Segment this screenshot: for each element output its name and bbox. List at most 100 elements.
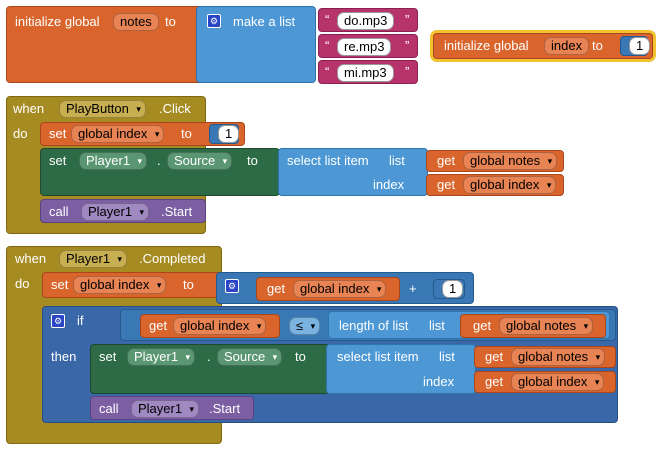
number-block[interactable]: 1 <box>620 36 651 56</box>
variable-dropdown[interactable]: global index ▾ <box>293 280 387 298</box>
make-a-list-block[interactable]: ⚙ make a list <box>196 6 316 83</box>
variable-name: global index <box>518 374 588 389</box>
then-label: then <box>51 349 77 364</box>
text-item-1-block[interactable]: “ do.mp3 ” <box>318 8 418 32</box>
chevron-down-icon: ▾ <box>595 352 601 362</box>
chevron-down-icon: ▾ <box>137 156 143 166</box>
init-global-notes-block[interactable]: initialize global notes to <box>6 6 206 83</box>
set-label: set <box>51 277 69 292</box>
mutator-gear-icon[interactable]: ⚙ <box>225 279 239 293</box>
get-global-index-block[interactable]: get global index ▾ <box>474 371 616 393</box>
get-label: get <box>267 281 286 296</box>
quote-close-icon: ” <box>405 64 410 79</box>
number-value[interactable]: 1 <box>442 280 464 298</box>
index-label: index <box>423 374 455 389</box>
chevron-down-icon: ▾ <box>546 180 552 190</box>
component-name: Player1 <box>134 349 179 364</box>
text-item-2-block[interactable]: “ re.mp3 ” <box>318 34 418 58</box>
variable-name: global notes <box>470 153 541 168</box>
list-label: list <box>439 349 455 364</box>
do-label: do <box>13 126 28 141</box>
number-block[interactable]: 1 <box>433 279 465 299</box>
chevron-down-icon: ▾ <box>310 321 316 331</box>
chevron-down-icon: ▾ <box>117 254 123 264</box>
quote-open-icon: “ <box>325 38 330 53</box>
set-player1-source-block[interactable]: set Player1 ▾ . Source ▾ to <box>40 148 280 196</box>
variable-name-field[interactable]: index <box>544 37 590 55</box>
text-item-2[interactable]: re.mp3 <box>337 38 392 56</box>
list-label: list <box>429 318 445 333</box>
component-dropdown[interactable]: Player1 ▾ <box>79 152 148 170</box>
init-global-index-block[interactable]: initialize global index to 1 <box>433 33 653 59</box>
chevron-down-icon: ▾ <box>185 352 191 362</box>
get-label: get <box>473 318 492 333</box>
component-dropdown[interactable]: Player1 ▾ <box>81 203 150 221</box>
get-label: get <box>437 177 456 192</box>
variable-dropdown[interactable]: global notes ▾ <box>463 152 558 170</box>
get-global-notes-block[interactable]: get global notes ▾ <box>474 346 616 368</box>
variable-name: global index <box>78 126 148 141</box>
set-label: set <box>49 153 67 168</box>
component-dropdown[interactable]: Player1 ▾ <box>59 250 128 268</box>
variable-dropdown[interactable]: global index ▾ <box>71 125 165 143</box>
variable-name-field[interactable]: notes <box>113 13 159 31</box>
number-block[interactable]: 1 <box>209 124 240 144</box>
property-dropdown[interactable]: Source ▾ <box>217 348 283 366</box>
variable-name-text: index <box>551 38 583 53</box>
quote-close-icon: ” <box>405 38 410 53</box>
get-global-index-block[interactable]: get global index ▾ <box>256 277 400 301</box>
chevron-down-icon: ▾ <box>189 404 195 414</box>
variable-dropdown[interactable]: global index ▾ <box>511 373 605 391</box>
to-label: to <box>295 349 306 364</box>
variable-name: global index <box>80 277 150 292</box>
length-of-list-label: length of list <box>339 318 409 333</box>
chevron-down-icon: ▾ <box>256 321 262 331</box>
compare-operator-dropdown[interactable]: ≤ ▾ <box>289 317 321 335</box>
initialize-global-label: initialize global <box>15 14 100 29</box>
call-player1-start-block[interactable]: call Player1 ▾ .Start <box>90 396 254 420</box>
text-item-3[interactable]: mi.mp3 <box>337 64 394 82</box>
quote-close-icon: ” <box>405 12 410 27</box>
component-dropdown[interactable]: Player1 ▾ <box>127 348 196 366</box>
variable-dropdown[interactable]: global index ▾ <box>173 317 267 335</box>
get-global-notes-block[interactable]: get global notes ▾ <box>426 150 564 172</box>
call-player1-start-block[interactable]: call Player1 ▾ .Start <box>40 199 206 223</box>
mutator-gear-icon[interactable]: ⚙ <box>207 14 221 28</box>
text-item-1[interactable]: do.mp3 <box>337 12 395 30</box>
chevron-down-icon: ▾ <box>583 321 589 331</box>
variable-dropdown[interactable]: global index ▾ <box>73 276 167 294</box>
component-dropdown[interactable]: Player1 ▾ <box>131 400 200 418</box>
chevron-down-icon: ▾ <box>222 156 228 166</box>
property-dropdown[interactable]: Source ▾ <box>167 152 233 170</box>
property-name: Source <box>174 153 216 168</box>
get-global-index-block[interactable]: get global index ▾ <box>140 314 280 338</box>
to-label: to <box>165 14 176 29</box>
chevron-down-icon: ▾ <box>547 156 553 166</box>
component-name: PlayButton <box>66 101 129 116</box>
text-item-3-block[interactable]: “ mi.mp3 ” <box>318 60 418 84</box>
number-value[interactable]: 1 <box>629 37 651 55</box>
method-name: .Start <box>209 401 241 416</box>
set-player1-source-block[interactable]: set Player1 ▾ . Source ▾ to <box>90 344 330 394</box>
get-global-index-block[interactable]: get global index ▾ <box>426 174 564 196</box>
select-list-item-block[interactable]: select list item list index <box>326 344 476 394</box>
select-list-item-block[interactable]: select list item list index <box>278 148 428 196</box>
variable-dropdown[interactable]: global notes ▾ <box>499 317 594 335</box>
get-global-notes-block[interactable]: get global notes ▾ <box>460 314 606 338</box>
variable-dropdown[interactable]: global notes ▾ <box>511 348 606 366</box>
quote-open-icon: “ <box>325 64 330 79</box>
chevron-down-icon: ▾ <box>156 280 162 290</box>
dot-label: . <box>157 153 161 168</box>
set-global-index-block[interactable]: set global index ▾ to 1 <box>40 122 245 146</box>
event-name: .Completed <box>139 251 206 266</box>
when-label: when <box>13 101 45 116</box>
variable-dropdown[interactable]: global index ▾ <box>463 176 557 194</box>
event-name: .Click <box>159 101 191 116</box>
number-value[interactable]: 1 <box>218 125 240 143</box>
get-label: get <box>485 374 504 389</box>
component-dropdown[interactable]: PlayButton ▾ <box>59 100 146 118</box>
chevron-down-icon: ▾ <box>139 207 145 217</box>
mutator-gear-icon[interactable]: ⚙ <box>51 314 65 328</box>
when-label: when <box>15 251 47 266</box>
select-list-item-label: select list item <box>337 349 419 364</box>
